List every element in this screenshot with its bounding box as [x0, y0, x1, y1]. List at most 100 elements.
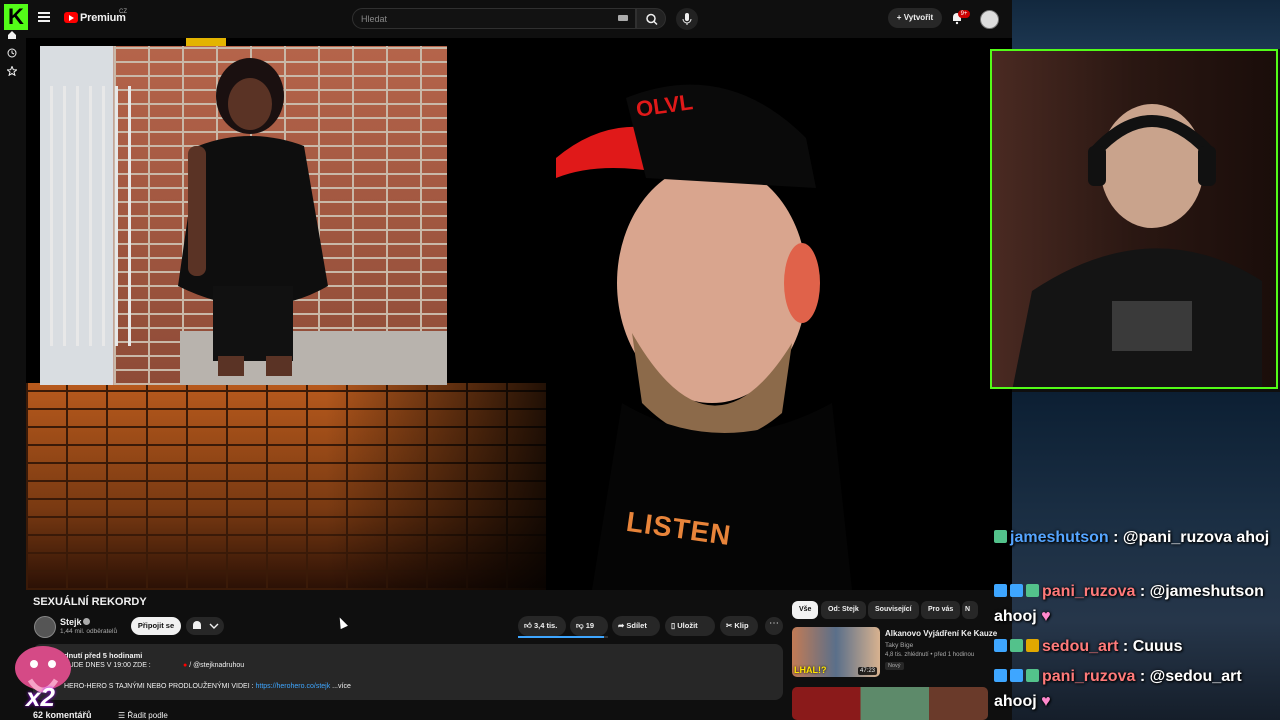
left-rail — [0, 28, 26, 88]
scissors-icon: ✂ — [726, 621, 733, 630]
subscription-bell-button[interactable] — [186, 617, 224, 635]
chip-from-stejk[interactable]: Od: Stejk — [821, 601, 866, 619]
handle-text: / @stejknadruhou — [189, 662, 245, 669]
description-box[interactable] — [33, 644, 783, 700]
chat-username: sedou_art — [1042, 638, 1119, 655]
chat-username: jameshutson — [1010, 529, 1109, 546]
video-title: SEXUÁLNÍ REKORDY — [33, 596, 147, 608]
history-icon[interactable] — [7, 48, 17, 58]
search-input[interactable]: Hledat — [352, 8, 636, 29]
related-video-meta: 4,8 tis. zhlédnutí • před 1 hodinou — [885, 652, 975, 658]
related-video-thumbnail-2[interactable] — [792, 687, 988, 720]
chat-message: pani_ruzova : @jameshutson — [994, 583, 1264, 601]
sort-label: Řadit podle — [127, 711, 168, 720]
chat-text: : @pani_ruzova ahoj — [1113, 529, 1270, 546]
channel-name[interactable]: Stejk — [60, 617, 82, 627]
chat-username: pani_ruzova — [1042, 668, 1136, 685]
chat-username: pani_ruzova — [1042, 583, 1136, 600]
person-figure — [178, 58, 328, 376]
region-code: CZ — [119, 9, 127, 15]
menu-icon[interactable] — [38, 12, 50, 22]
heart-emote-icon: ♥ — [1041, 693, 1051, 710]
streamer-webcam — [990, 49, 1278, 389]
video-duration: 47:23 — [858, 667, 878, 675]
mic-icon — [682, 13, 692, 25]
multiplier-badge: x2 — [26, 682, 55, 712]
share-button[interactable]: ➦ Sdílet — [612, 616, 660, 636]
share-icon: ➦ — [618, 621, 625, 630]
sort-comments-button[interactable]: ☰ Řadit podle — [118, 711, 168, 720]
join-button[interactable]: Připojit se — [131, 617, 181, 635]
cube-badge-icon — [1010, 669, 1023, 682]
bell-icon — [193, 621, 219, 629]
home-icon[interactable] — [7, 30, 17, 40]
description-handle-link[interactable]: ● / @stejknadruhou — [183, 662, 244, 669]
chat-message: sedou_art : Cuuus — [994, 638, 1182, 656]
related-video-channel[interactable]: Taky Bige — [885, 642, 913, 649]
more-actions-button[interactable]: ⋯ — [765, 617, 783, 635]
chat-text: : Cuuus — [1122, 638, 1183, 655]
verified-icon — [83, 618, 90, 625]
like-count: 3,4 tis. — [533, 621, 558, 630]
subscriber-badge-icon — [1026, 584, 1039, 597]
heart-emote-icon: ♥ — [1041, 608, 1051, 625]
subscriber-badge-icon — [1010, 639, 1023, 652]
create-label: Vytvořit — [903, 13, 934, 22]
bookmark-icon: ▯ — [671, 621, 676, 630]
plus-icon: + — [896, 13, 904, 22]
subscriber-badge-icon — [1026, 669, 1039, 682]
chat-message-continuation: ahooj ♥ — [994, 693, 1051, 711]
description-line-2: BUDE DNES V 19:00 ZDE : — [64, 662, 151, 669]
description-meta: dnutí před 5 hodinami — [64, 651, 143, 660]
chat-text: : @sedou_art — [1139, 668, 1242, 685]
like-ratio-bar — [518, 636, 608, 638]
create-button[interactable]: + Vytvořit — [888, 8, 942, 28]
thumbnail-text: LHAL!? — [794, 665, 827, 675]
share-label: Sdílet — [626, 621, 647, 630]
thumbs-down-icon: 👎︎ — [576, 621, 584, 630]
clip-button[interactable]: ✂ Klip — [720, 616, 758, 636]
thumbs-up-icon: 👍︎ — [524, 621, 532, 630]
yellow-sign — [186, 38, 226, 46]
related-video-title[interactable]: Alkanovo Vyjádření Ke Kauze — [885, 629, 997, 638]
like-ratio-fill — [518, 636, 604, 638]
chat-message: jameshutson : @pani_ruzova ahoj — [994, 529, 1269, 547]
youtube-logo-icon[interactable] — [64, 12, 78, 23]
video-player[interactable]: OLVL LISTEN — [26, 38, 1012, 590]
kick-logo: K — [4, 4, 28, 30]
cube-badge-icon — [1010, 584, 1023, 597]
chip-next[interactable]: N — [962, 601, 978, 619]
chat-text: : @jameshutson — [1139, 583, 1264, 600]
gift-badge-icon — [994, 584, 1007, 597]
show-more-link[interactable]: ...více — [332, 683, 351, 690]
notification-count-badge: 9+ — [958, 10, 970, 18]
keyboard-icon[interactable] — [618, 15, 628, 21]
account-avatar[interactable] — [980, 10, 999, 29]
dislike-button[interactable]: 👎︎ 19 — [570, 616, 608, 636]
voice-search-button[interactable] — [676, 8, 698, 30]
chip-all[interactable]: Vše — [792, 601, 819, 619]
new-badge: Nový — [885, 662, 904, 670]
gift-badge-icon — [994, 669, 1007, 682]
save-button[interactable]: ▯ Uložit — [665, 616, 715, 636]
webcam-person — [1012, 104, 1262, 387]
like-button[interactable]: 👍︎ 3,4 tis. — [518, 616, 566, 636]
chat-text: ahooj — [994, 608, 1037, 625]
stream-background-top — [1012, 0, 1280, 49]
search-button[interactable] — [636, 8, 666, 29]
mouse-cursor-icon — [336, 615, 348, 630]
chip-related[interactable]: Související — [868, 601, 919, 619]
sort-icon: ☰ — [118, 711, 128, 720]
save-label: Uložit — [677, 621, 698, 630]
channel-avatar[interactable] — [34, 616, 56, 638]
chat-message: pani_ruzova : @sedou_art — [994, 668, 1242, 686]
description-line-3-text: HERO-HERO S TAJNÝMI NEBO PRODLOUŽENÝMI V… — [64, 683, 254, 690]
red-cap — [556, 84, 816, 188]
dislike-count: 19 — [585, 621, 595, 630]
chip-for-you[interactable]: Pro vás — [921, 601, 961, 619]
subscriber-count: 1,44 mil. odběratelů — [60, 628, 118, 635]
chat-message-continuation: ahooj ♥ — [994, 608, 1051, 626]
star-icon[interactable] — [7, 66, 17, 76]
herohero-link[interactable]: https://herohero.co/stejk — [256, 683, 331, 690]
chat-text: ahooj — [994, 693, 1037, 710]
